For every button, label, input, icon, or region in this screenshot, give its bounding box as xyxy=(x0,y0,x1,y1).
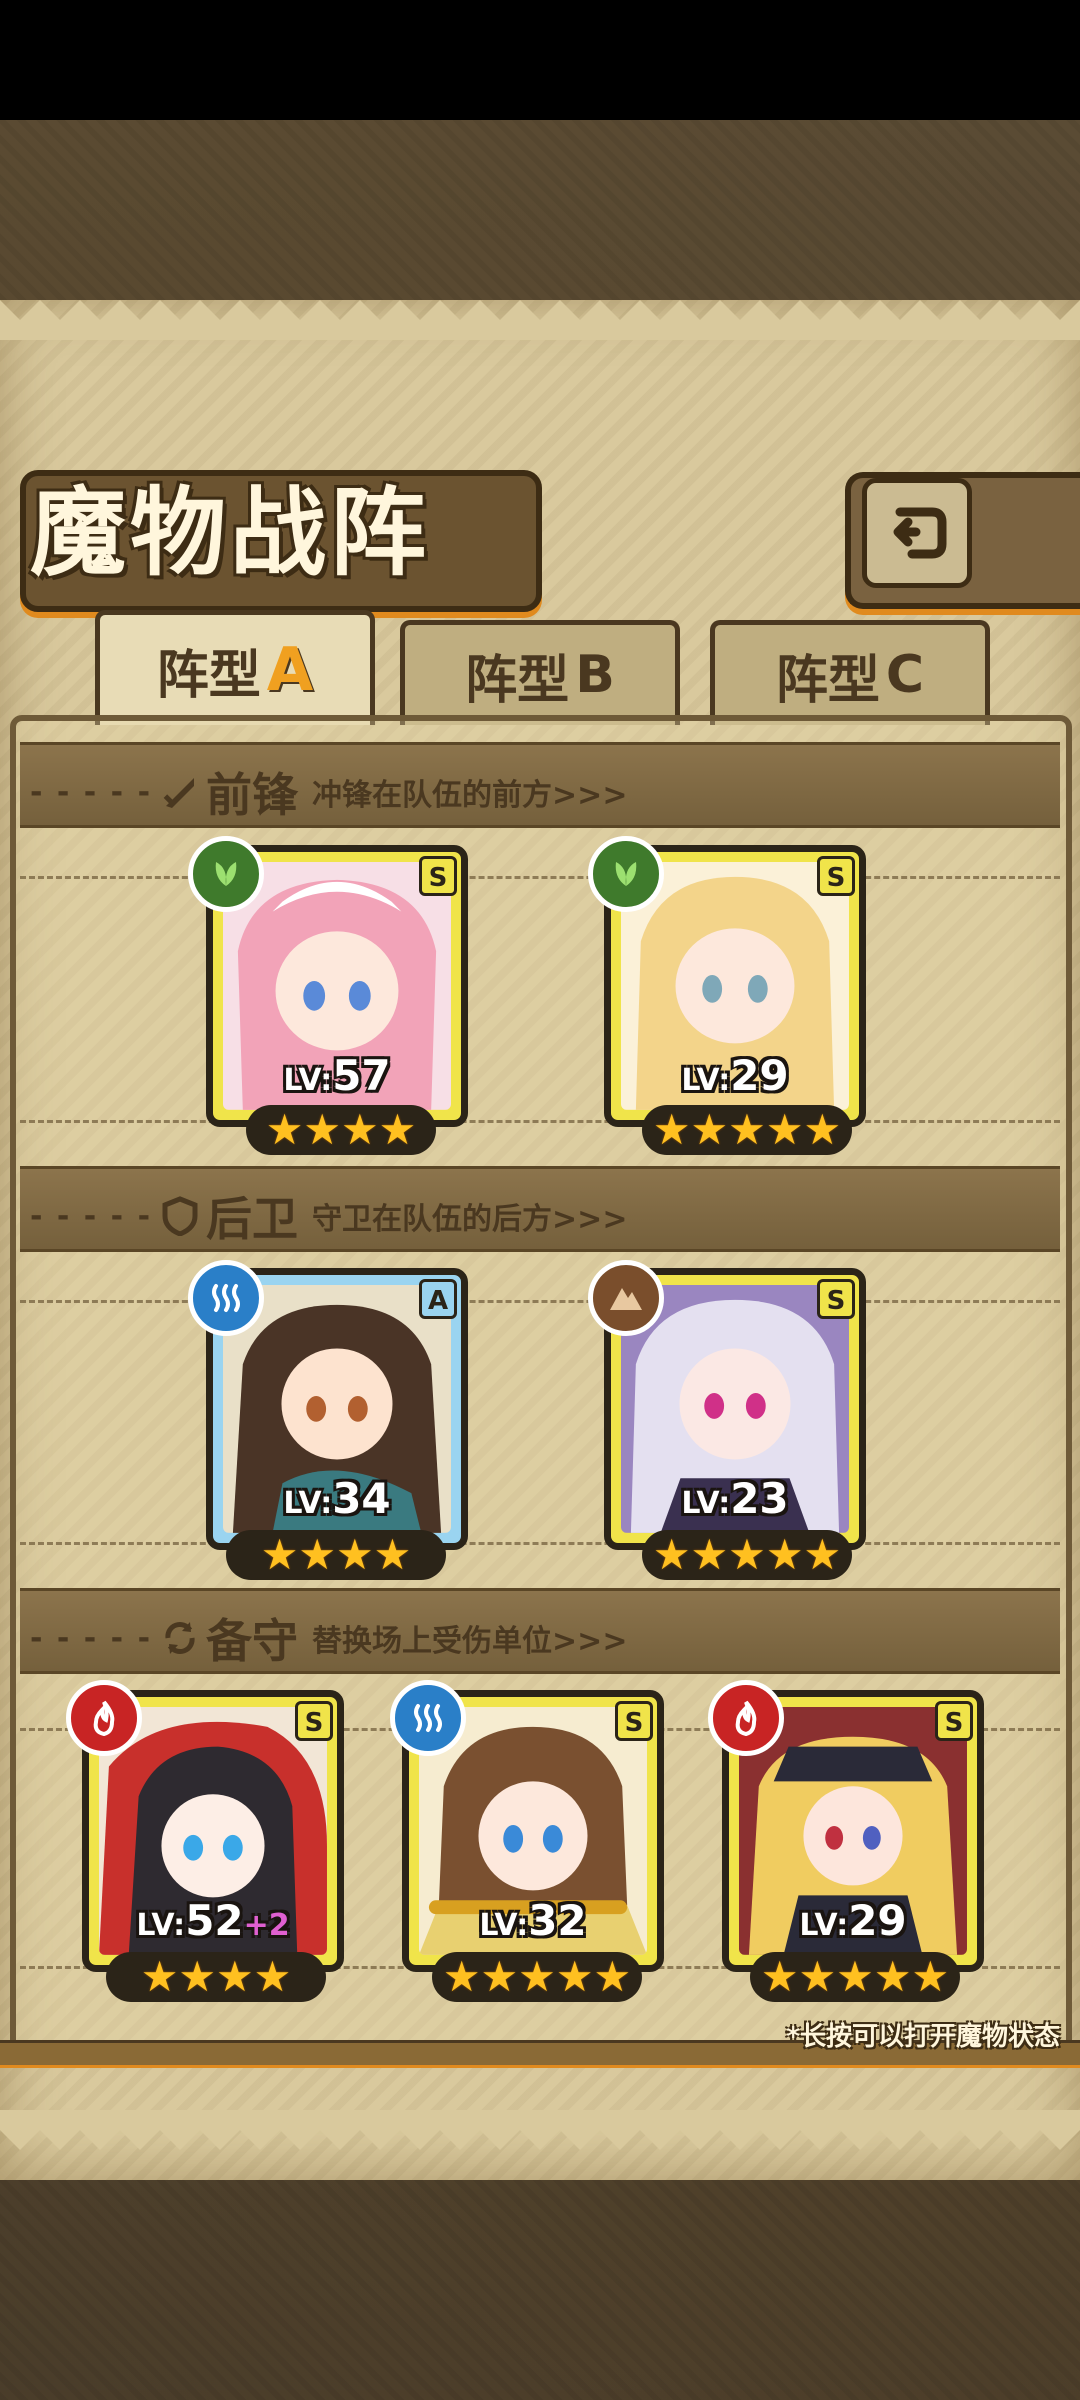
water-element-icon xyxy=(188,1260,264,1336)
star-rating: ★★★★★ xyxy=(432,1952,642,2002)
star-rating: ★★★★ xyxy=(106,1952,326,2002)
rank-badge: S xyxy=(615,1701,653,1741)
water-element-icon xyxy=(390,1680,466,1756)
row-divider xyxy=(20,1120,1060,1123)
back-button[interactable] xyxy=(862,478,972,588)
tab-formation-a[interactable]: 阵型 A xyxy=(95,610,375,725)
rank-badge: A xyxy=(419,1279,457,1319)
monster-level: LV:34 xyxy=(283,1474,391,1523)
section-header-vanguard: - - - - - 前锋 冲锋在队伍的前方>>> xyxy=(30,762,627,822)
zigzag-bottom-border xyxy=(0,2110,1080,2150)
section-desc: 守卫在队伍的后方>>> xyxy=(312,1202,628,1237)
long-press-hint: *长按可以打开魔物状态 xyxy=(786,2022,1060,2052)
earth-element-icon xyxy=(588,1260,664,1336)
section-desc: 替换场上受伤单位>>> xyxy=(312,1624,628,1659)
tab-letter: B xyxy=(575,645,615,705)
star-rating: ★★★★★ xyxy=(642,1530,852,1580)
portrait-frame: LV:34 xyxy=(223,1285,451,1533)
shield-icon xyxy=(162,1196,198,1236)
rank-badge: S xyxy=(419,856,457,896)
section-header-rearguard: - - - - - 后卫 守卫在队伍的后方>>> xyxy=(30,1186,627,1246)
section-name: 备守 xyxy=(206,1614,299,1668)
monster-level: LV:52+2 xyxy=(136,1896,290,1945)
fire-element-icon xyxy=(66,1680,142,1756)
fire-element-icon xyxy=(708,1680,784,1756)
row-divider xyxy=(20,1300,1060,1303)
star-rating: ★★★★ xyxy=(226,1530,446,1580)
section-name: 后卫 xyxy=(206,1192,299,1246)
tab-letter: A xyxy=(266,635,314,705)
rank-badge: S xyxy=(817,856,855,896)
rank-badge: S xyxy=(935,1701,973,1741)
status-bar xyxy=(0,0,1080,120)
portrait-frame: LV:29 xyxy=(621,862,849,1110)
monster-level: LV:32 xyxy=(479,1896,587,1945)
tab-label: 阵型 xyxy=(775,650,880,711)
nature-element-icon xyxy=(588,836,664,912)
back-arrow-icon xyxy=(893,507,947,559)
section-name: 前锋 xyxy=(206,768,299,822)
star-rating: ★★★★ xyxy=(246,1105,436,1155)
portrait-frame: LV:57 xyxy=(223,862,451,1110)
tab-letter: C xyxy=(885,645,925,705)
sword-icon xyxy=(163,778,195,808)
monster-level: LV:23 xyxy=(681,1474,789,1523)
rank-badge: S xyxy=(817,1279,855,1319)
tab-formation-b[interactable]: 阵型 B xyxy=(400,620,680,725)
tab-formation-c[interactable]: 阵型 C xyxy=(710,620,990,725)
page-title: 魔物战阵 xyxy=(30,476,430,589)
tab-label: 阵型 xyxy=(465,650,570,711)
section-desc: 冲锋在队伍的前方>>> xyxy=(312,778,628,813)
tab-label: 阵型 xyxy=(156,645,261,706)
swap-icon xyxy=(165,1622,195,1654)
zigzag-top-border xyxy=(0,300,1080,340)
monster-level: LV:57 xyxy=(283,1051,391,1100)
monster-level: LV:29 xyxy=(799,1896,907,1945)
row-divider xyxy=(20,1542,1060,1545)
star-rating: ★★★★★ xyxy=(750,1952,960,2002)
nature-element-icon xyxy=(188,836,264,912)
row-divider xyxy=(20,876,1060,879)
level-bonus: +2 xyxy=(243,1908,290,1943)
monster-level: LV:29 xyxy=(681,1051,789,1100)
portrait-frame: LV:52+2 xyxy=(99,1707,327,1955)
section-header-reserve: - - - - - 备守 替换场上受伤单位>>> xyxy=(30,1608,627,1668)
rank-badge: S xyxy=(295,1701,333,1741)
star-rating: ★★★★★ xyxy=(642,1105,852,1155)
